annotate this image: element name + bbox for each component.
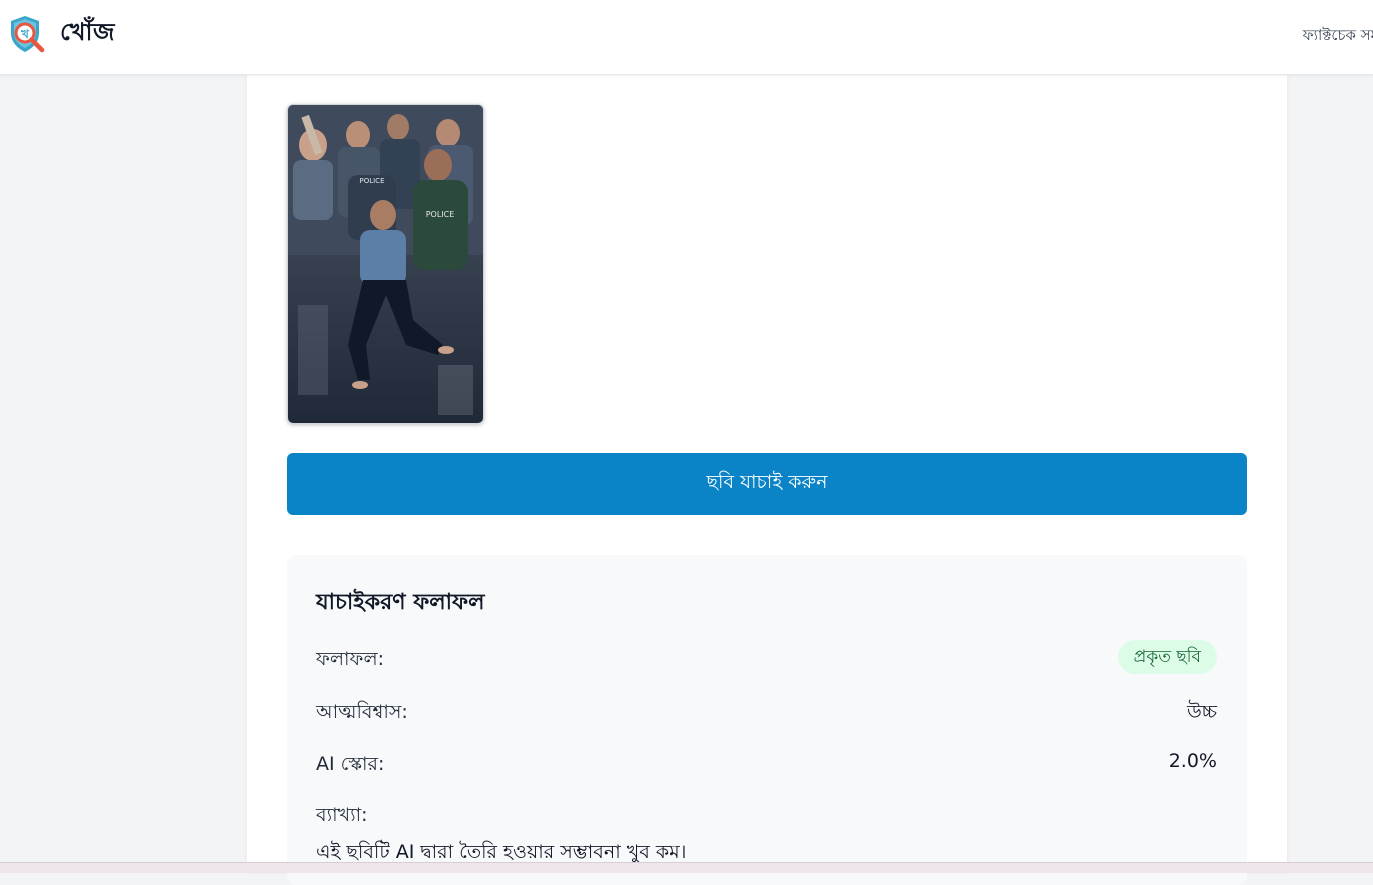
logo-letter: খ <box>20 27 30 41</box>
uploaded-image-preview: POLICE POLICE <box>287 104 484 424</box>
verification-result-panel: যাচাইকরণ ফলাফল ফলাফল: প্রকৃত ছবি আত্মবিশ… <box>287 555 1247 885</box>
brand-logo-link[interactable]: খ খোঁজ <box>8 14 115 54</box>
confidence-label: আত্মবিশ্বাস: <box>316 701 408 723</box>
top-navbar: খ খোঁজ ফ্যাক্টচেক সমূ <box>0 0 1373 75</box>
police-label-1: POLICE <box>359 177 384 185</box>
uploaded-photo: POLICE POLICE <box>288 105 483 423</box>
confidence-value: উচ্চ <box>1186 701 1217 723</box>
shield-magnifier-icon: খ <box>11 16 45 53</box>
explanation-label: ব্যাখ্যা: <box>316 804 368 826</box>
verdict-badge: প্রকৃত ছবি <box>1117 640 1217 674</box>
brand-name: খোঁজ <box>60 18 115 46</box>
police-label-2: POLICE <box>426 210 455 219</box>
verdict-label: ফলাফল: <box>316 648 384 670</box>
nav-link-factchecks[interactable]: ফ্যাক্টচেক সমূ <box>1303 24 1373 49</box>
result-title: যাচাইকরণ ফলাফল <box>316 590 485 615</box>
window-bottom-edge <box>0 862 1373 873</box>
ai-score-value: 2.0% <box>1168 750 1217 772</box>
main-card: POLICE POLICE ছবি যাচাই করুন যাচাইকরণ ফল… <box>247 75 1287 885</box>
verify-image-button[interactable]: ছবি যাচাই করুন <box>287 453 1247 515</box>
ai-score-label: AI স্কোর: <box>316 753 385 775</box>
